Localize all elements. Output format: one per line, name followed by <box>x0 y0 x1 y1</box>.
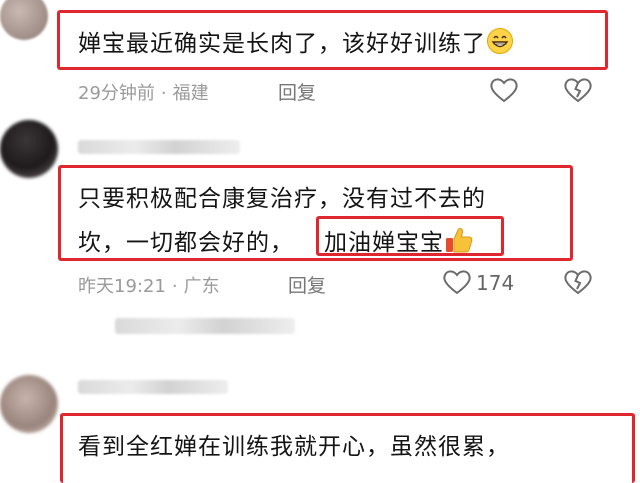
reply-button[interactable]: 回复 <box>278 78 316 105</box>
comment-time: 29分钟前 <box>78 83 155 104</box>
comment-text-line: 坎，一切都会好的， <box>78 230 294 256</box>
meta-separator: · <box>171 276 178 297</box>
comment-location: 广东 <box>183 276 220 297</box>
comment-text: 婵宝最近确实是长肉了，该好好训练了 <box>78 24 514 58</box>
like-count: 174 <box>476 271 515 295</box>
highlighted-phrase: 加油婵宝宝 <box>324 223 474 257</box>
comment-text-line: 只要积极配合康复治疗，没有过不去的 <box>78 186 486 212</box>
view-replies-link[interactable] <box>115 318 295 334</box>
comment-meta: 29分钟前 · 福建 <box>78 79 209 105</box>
avatar[interactable] <box>0 375 58 433</box>
meta-separator: · <box>160 83 167 104</box>
thumbs-up-emoji-icon <box>446 227 473 253</box>
comment-meta: 昨天19:21 · 广东 <box>78 272 220 298</box>
heart-icon[interactable] <box>442 268 472 296</box>
comment-text: 看到全红婵在训练我就开心，虽然很累， <box>78 434 510 460</box>
reply-button[interactable]: 回复 <box>288 271 326 298</box>
heart-icon[interactable] <box>489 76 519 104</box>
username[interactable] <box>78 380 228 394</box>
broken-heart-icon[interactable] <box>563 268 593 296</box>
broken-heart-icon[interactable] <box>563 76 593 104</box>
avatar[interactable] <box>0 0 48 40</box>
username[interactable] <box>78 140 240 154</box>
comment-location: 福建 <box>172 83 209 104</box>
avatar[interactable] <box>0 120 58 178</box>
grin-emoji-icon <box>487 28 513 54</box>
comment-time: 昨天19:21 <box>78 276 166 297</box>
